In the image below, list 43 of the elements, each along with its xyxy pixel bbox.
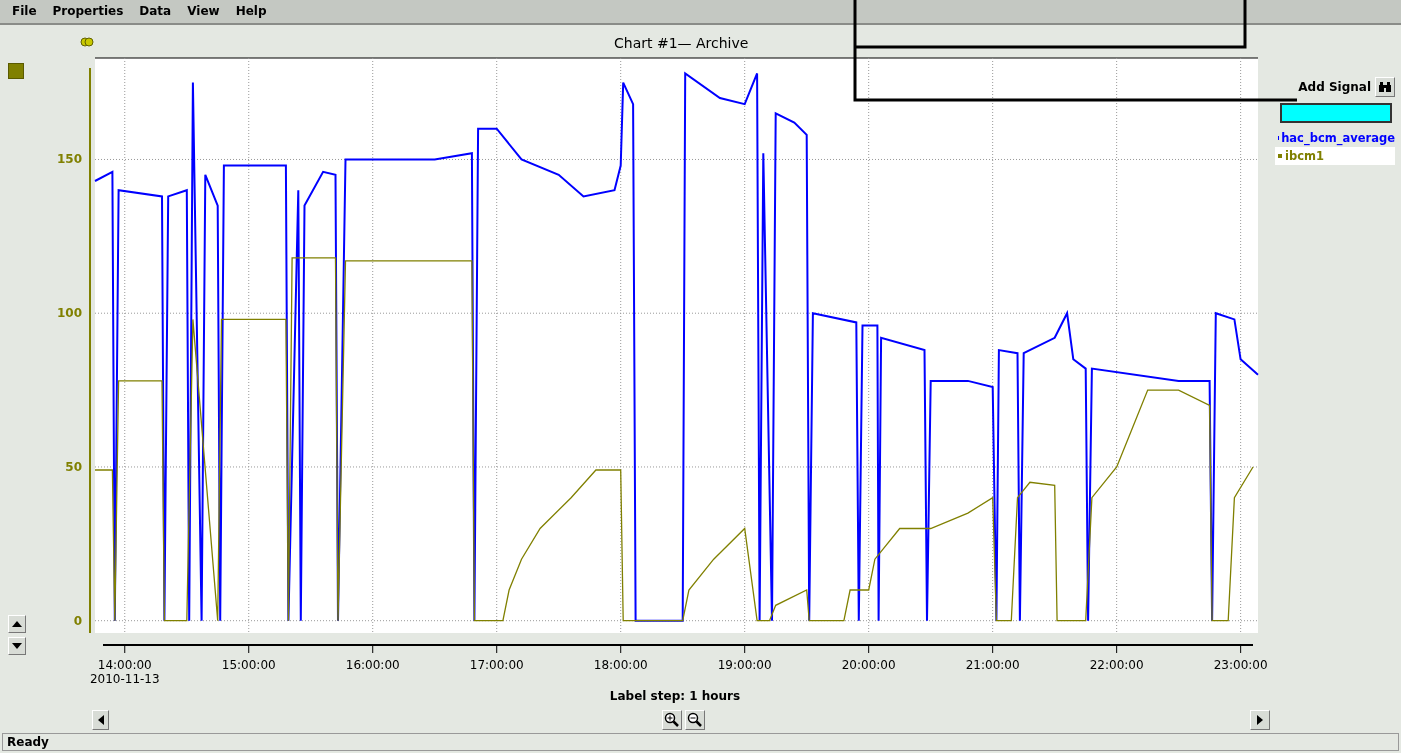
scroll-down-button[interactable] [8, 636, 26, 655]
label-step-text: Label step: 1 hours [609, 688, 741, 705]
x-tick-label: 16:00:00 [345, 657, 400, 672]
scroll-up-button[interactable] [8, 614, 26, 633]
x-tick-label: 23:00:00 [1213, 657, 1268, 672]
x-tick-label: 21:00:00 [965, 657, 1020, 672]
menu-item[interactable]: File [4, 4, 45, 19]
binoculars-icon [1378, 80, 1392, 93]
menu-item[interactable]: Properties [44, 4, 132, 19]
circles-icon[interactable] [80, 34, 96, 49]
zoom-in-icon [664, 711, 680, 728]
x-tick-label: 20:00:00 [841, 657, 896, 672]
menu-item[interactable]: Help [227, 4, 275, 19]
chart-title: Chart #1— Archive [614, 34, 749, 51]
binoculars-button[interactable] [1375, 76, 1395, 97]
legend-item[interactable]: hac_bcm_average [1275, 128, 1395, 147]
triangle-down-icon [12, 640, 22, 651]
x-tick-label: 18:00:00 [593, 657, 648, 672]
x-tick-label: 22:00:00 [1089, 657, 1144, 672]
signal-input-field[interactable] [1280, 102, 1392, 123]
legend-label: ibcm1 [1285, 148, 1324, 163]
zoom-in-button[interactable] [662, 709, 682, 730]
legend-item[interactable]: ibcm1 [1275, 146, 1395, 165]
menu-item[interactable]: Data [131, 4, 180, 19]
x-tick-label: 15:00:00 [221, 657, 276, 672]
legend-label: hac_bcm_average [1281, 130, 1395, 145]
y-tick-label: 0 [73, 613, 82, 628]
status-bar: Ready [2, 732, 1399, 751]
axis-color-swatch[interactable] [8, 62, 24, 79]
zoom-out-icon [687, 711, 703, 728]
x-tick-label: 17:00:00 [469, 657, 524, 672]
date-label: 2010-11-13 [89, 671, 160, 686]
y-tick-label: 150 [56, 152, 82, 167]
add-signal-label: Add Signal [1298, 79, 1371, 94]
x-tick-label: 19:00:00 [717, 657, 772, 672]
x-tick-label: 14:00:00 [97, 657, 152, 672]
scroll-right-button[interactable] [1250, 709, 1270, 730]
y-tick-label: 100 [56, 306, 82, 321]
triangle-right-icon [1255, 714, 1265, 725]
scroll-left-button[interactable] [92, 709, 109, 730]
zoom-out-button[interactable] [685, 709, 705, 730]
menu-item[interactable]: View [179, 4, 228, 19]
y-tick-label: 50 [65, 459, 82, 474]
